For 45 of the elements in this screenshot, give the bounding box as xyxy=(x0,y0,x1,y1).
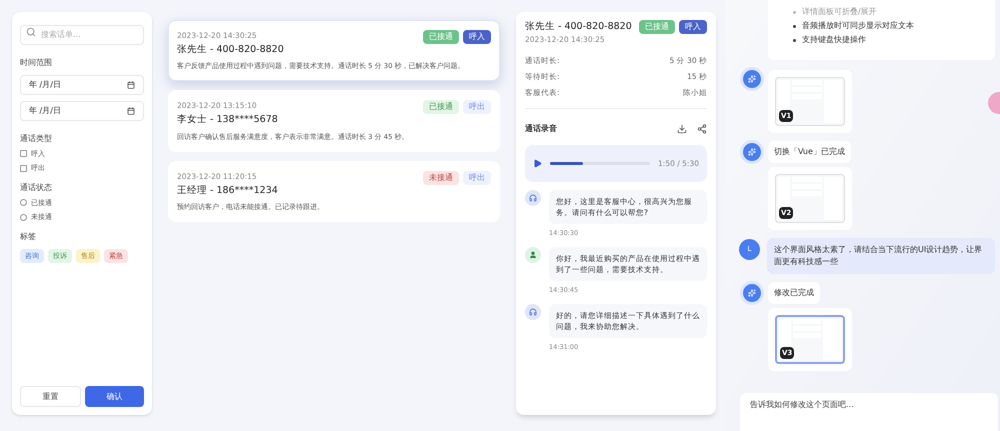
assistant-avatar-icon xyxy=(743,284,761,302)
status-badge: 呼出 xyxy=(463,170,491,185)
date-field[interactable]: 年 /月/日 xyxy=(20,74,144,94)
status-badge: 呼入 xyxy=(463,30,491,44)
caller-name: 张先生 - 400-820-8820 xyxy=(525,20,632,34)
section-label: 通话类型 xyxy=(20,132,53,144)
bullet-text: 支持键盘快捷操作 xyxy=(802,34,866,46)
date-placeholder: 年 /月/日 xyxy=(29,78,61,90)
status-badge: 已接通 xyxy=(423,30,459,44)
confirm-button[interactable]: 确认 xyxy=(85,386,144,407)
assistant-avatar-icon xyxy=(743,143,761,161)
section-label: 通话状态 xyxy=(20,182,53,194)
assistant-avatar-icon xyxy=(743,70,761,88)
radio-button[interactable] xyxy=(20,214,27,221)
section-label: 标签 xyxy=(20,230,37,242)
bullet-text: 详情面板可折叠/展开 xyxy=(802,6,877,18)
status-badge: 呼出 xyxy=(463,100,491,114)
checkbox[interactable] xyxy=(20,150,27,158)
section-title: 通话录音 xyxy=(525,123,557,136)
status-badge: 已接通 xyxy=(639,20,675,34)
caller-name: 张先生 - 400-820-8820 xyxy=(177,43,285,57)
status-badge: 呼入 xyxy=(679,20,707,34)
search-field[interactable]: 搜索话单... xyxy=(20,24,144,44)
share-icon[interactable] xyxy=(697,124,707,134)
calendar-icon xyxy=(127,106,135,114)
progress-track[interactable] xyxy=(550,162,650,166)
section-label: 时间范围 xyxy=(20,56,53,68)
caller-name: 李女士 - 138****5678 xyxy=(177,113,279,128)
date-field[interactable]: 年 /月/日 xyxy=(20,100,144,120)
play-icon[interactable] xyxy=(533,159,542,168)
status-badge: 未接通 xyxy=(423,170,459,185)
radio-button[interactable] xyxy=(20,199,27,206)
date-placeholder: 年 /月/日 xyxy=(29,104,61,116)
bullet-text: 音频播放时可同步显示对应文本 xyxy=(802,20,914,32)
assistant-message: 切换「Vue」已完成 xyxy=(768,141,851,163)
caller-name: 王经理 - 186****1234 xyxy=(177,184,279,198)
search-icon xyxy=(26,27,36,38)
download-icon[interactable] xyxy=(677,124,687,134)
status-badge: 已接通 xyxy=(423,100,459,114)
prompt-field[interactable]: 告诉我如何修改这个页面吧... xyxy=(740,393,998,431)
calendar-icon xyxy=(127,80,135,88)
checkbox[interactable] xyxy=(20,164,27,172)
assistant-message: 修改已完成 xyxy=(768,282,820,304)
user-message: 这个界面风格太素了，请结合当下流行的UI设计趋势，让界面更有科技感一些 xyxy=(767,238,995,274)
reset-button[interactable]: 重置 xyxy=(20,386,81,407)
